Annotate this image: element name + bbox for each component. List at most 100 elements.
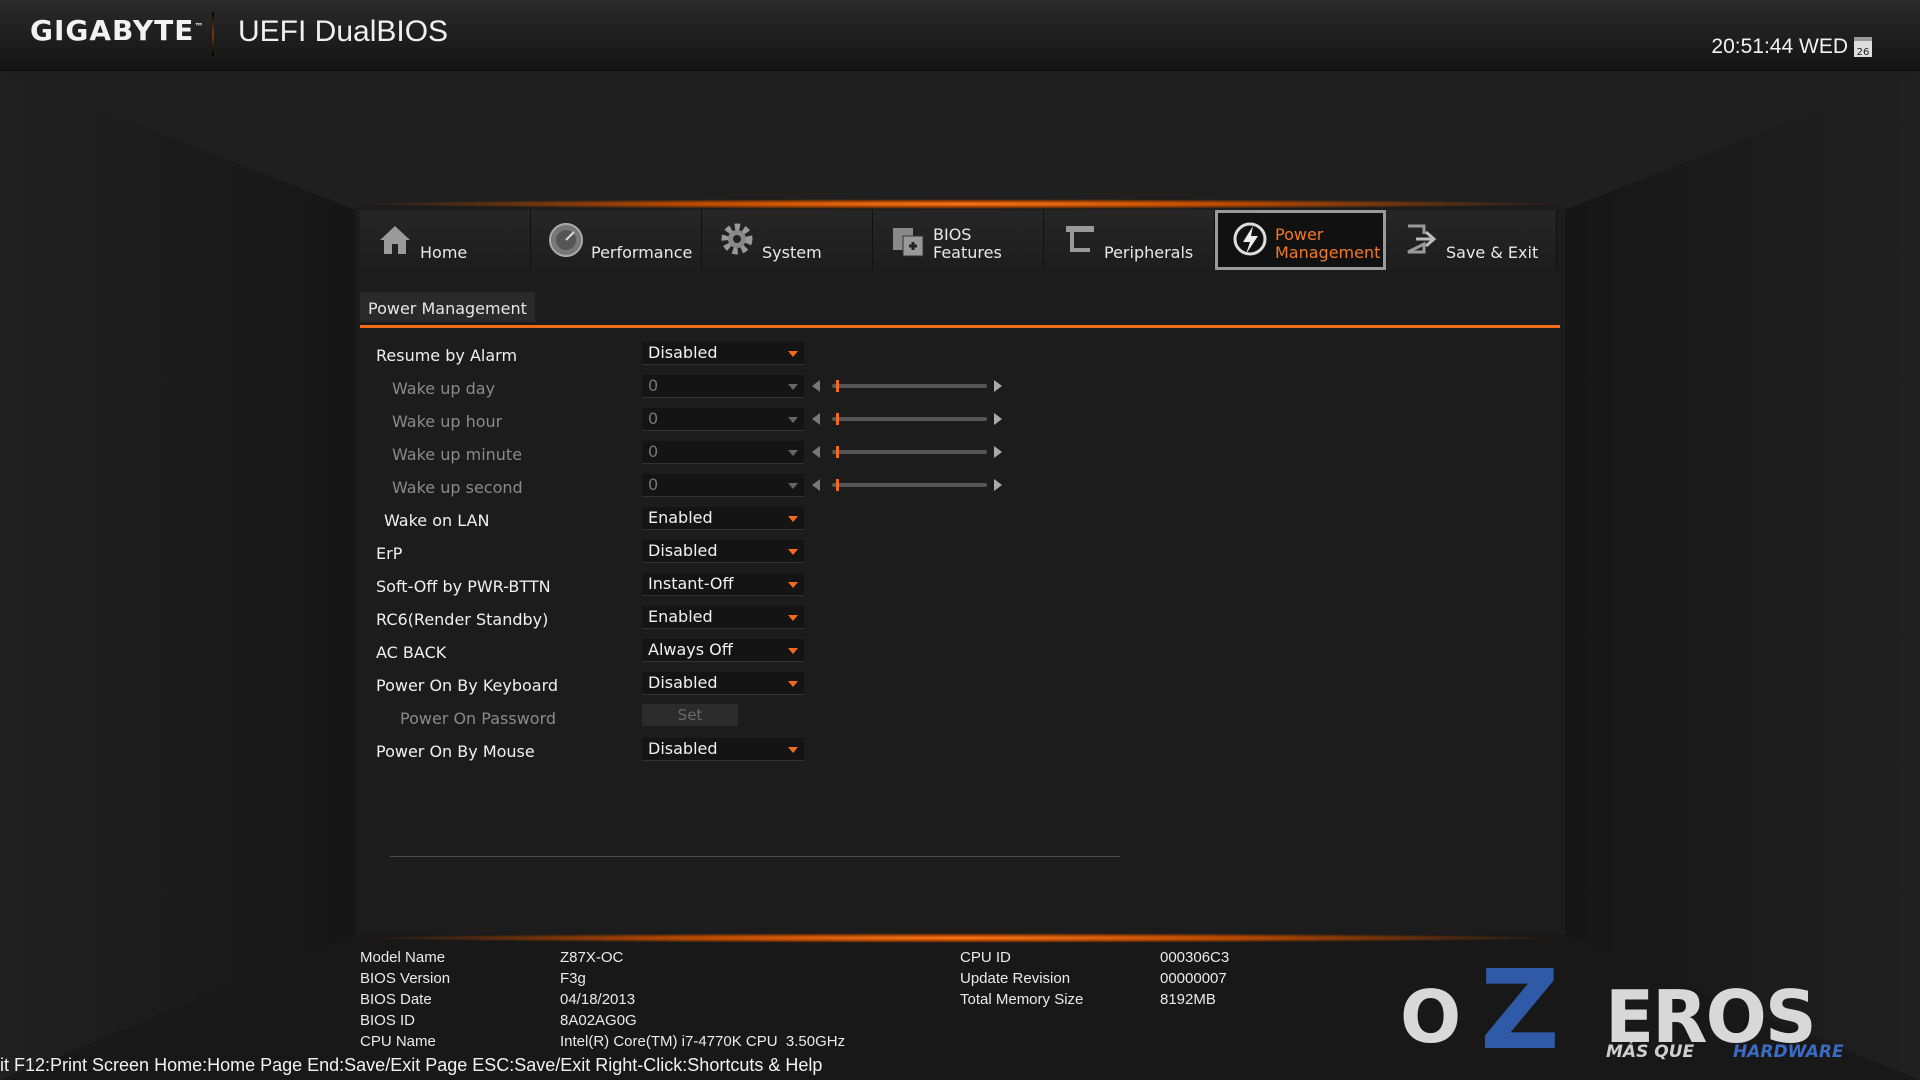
slider-thumb — [836, 446, 839, 458]
tab-performance[interactable]: Performance — [531, 210, 702, 270]
setting-label: Wake up second — [392, 478, 523, 497]
dropdown-value: Disabled — [648, 739, 718, 758]
setting-label: Wake on LAN — [384, 511, 490, 530]
field-value: 0 — [648, 475, 659, 494]
setting-erp[interactable]: ErP Disabled — [360, 537, 1060, 570]
setting-resume-by-alarm[interactable]: Resume by Alarm Disabled — [360, 339, 1060, 372]
bios-chip-icon — [889, 220, 927, 258]
dropdown-value: Disabled — [648, 541, 718, 560]
setting-ac-back[interactable]: AC BACK Always Off — [360, 636, 1060, 669]
tab-label: BIOS Features — [933, 225, 1002, 262]
bottom-glow — [356, 933, 1565, 943]
watermark-tagline-1: MÁS QUE — [1606, 1042, 1695, 1062]
tab-bios-features[interactable]: BIOS Features — [873, 210, 1044, 270]
chevron-down-icon — [788, 450, 798, 456]
slider-track — [832, 450, 987, 454]
wake-up-second-field: 0 — [642, 474, 804, 497]
watermark-z: Z — [1480, 946, 1560, 1074]
setting-label: Wake up day — [392, 379, 496, 398]
field-value: 0 — [648, 409, 659, 428]
chevron-down-icon — [788, 483, 798, 489]
info-value-cpu-id: 000306C3 — [1160, 949, 1230, 966]
gigabyte-logo: GIGABYTE™ — [30, 14, 205, 47]
info-key-cpu-id: CPU ID — [960, 949, 1011, 966]
field-value: 0 — [648, 442, 659, 461]
ozeros-watermark: O Z EROS MÁS QUE HARDWARE — [1400, 955, 1890, 1065]
power-on-keyboard-dropdown[interactable]: Disabled — [642, 672, 804, 695]
info-value-bios-date: 04/18/2013 — [560, 991, 636, 1008]
setting-label: Power On Password — [400, 709, 557, 728]
tab-label: Performance — [591, 243, 693, 262]
soft-off-dropdown[interactable]: Instant-Off — [642, 573, 804, 596]
power-on-mouse-dropdown[interactable]: Disabled — [642, 738, 804, 761]
setting-wake-up-hour: Wake up hour 0 — [360, 405, 1060, 438]
info-value-bios-version: F3g — [560, 970, 586, 987]
chevron-down-icon — [788, 417, 798, 423]
dropdown-value: Disabled — [648, 343, 718, 362]
clock: 20:51:44 WED — [1711, 35, 1848, 58]
chevron-down-icon — [788, 351, 798, 357]
wake-up-minute-slider — [812, 445, 1002, 459]
setting-wake-up-second: Wake up second 0 — [360, 471, 1060, 504]
power-icon — [1231, 220, 1269, 258]
chevron-down-icon — [788, 516, 798, 522]
section-title: Power Management — [360, 292, 535, 322]
slider-track — [832, 384, 987, 388]
top-glow — [356, 199, 1565, 209]
brand-separator — [212, 12, 214, 56]
ac-back-dropdown[interactable]: Always Off — [642, 639, 804, 662]
section-divider — [360, 325, 1560, 328]
watermark-o: O — [1400, 975, 1462, 1059]
chevron-down-icon — [788, 681, 798, 687]
info-key-bios-date: BIOS Date — [360, 991, 432, 1008]
field-value: 0 — [648, 376, 659, 395]
erp-dropdown[interactable]: Disabled — [642, 540, 804, 563]
setting-power-on-by-keyboard[interactable]: Power On By Keyboard Disabled — [360, 669, 1060, 702]
setting-rc6-render-standby[interactable]: RC6(Render Standby) Enabled — [360, 603, 1060, 636]
setting-label: Wake up minute — [392, 445, 523, 464]
info-value-total-memory: 8192MB — [1160, 991, 1216, 1008]
slider-track — [832, 417, 987, 421]
setting-label: RC6(Render Standby) — [376, 610, 549, 629]
wake-up-minute-field: 0 — [642, 441, 804, 464]
setting-power-on-by-mouse[interactable]: Power On By Mouse Disabled — [360, 735, 1060, 768]
slider-right-arrow-icon — [994, 413, 1002, 425]
tab-system[interactable]: System — [702, 210, 873, 270]
info-key-bios-version: BIOS Version — [360, 970, 451, 987]
chevron-down-icon — [788, 747, 798, 753]
setting-soft-off-by-pwr-bttn[interactable]: Soft-Off by PWR-BTTN Instant-Off — [360, 570, 1060, 603]
slider-track — [832, 483, 987, 487]
setting-wake-up-day: Wake up day 0 — [360, 372, 1060, 405]
tab-label: Save & Exit — [1446, 243, 1539, 262]
tab-peripherals[interactable]: Peripherals — [1044, 210, 1215, 270]
dropdown-value: Instant-Off — [648, 574, 734, 593]
setting-power-on-password: Power On Password Set — [360, 702, 1060, 735]
setting-label: Power On By Mouse — [376, 742, 535, 761]
slider-left-arrow-icon — [812, 479, 820, 491]
slider-left-arrow-icon — [812, 446, 820, 458]
info-key-bios-id: BIOS ID — [360, 1012, 416, 1029]
resume-by-alarm-dropdown[interactable]: Disabled — [642, 342, 804, 365]
info-key-update-revision: Update Revision — [960, 970, 1071, 987]
exit-icon — [1402, 220, 1440, 258]
calendar-icon[interactable]: 26 — [1854, 37, 1872, 58]
speedometer-icon — [547, 220, 585, 258]
setting-wake-on-lan[interactable]: Wake on LAN Enabled — [360, 504, 1060, 537]
slider-right-arrow-icon — [994, 479, 1002, 491]
slider-right-arrow-icon — [994, 380, 1002, 392]
help-divider — [390, 856, 1120, 857]
slider-thumb — [836, 380, 839, 392]
tab-power-management[interactable]: Power Management — [1215, 210, 1386, 270]
dropdown-value: Disabled — [648, 673, 718, 692]
info-value-cpu-name: Intel(R) Core(TM) i7-4770K CPU 3.50GHz — [560, 1033, 846, 1050]
tab-save-exit[interactable]: Save & Exit — [1386, 210, 1557, 270]
rc6-dropdown[interactable]: Enabled — [642, 606, 804, 629]
tab-label: System — [762, 243, 822, 262]
wake-up-hour-field: 0 — [642, 408, 804, 431]
hotkey-bar: it F12:Print Screen Home:Home Page End:S… — [0, 1055, 823, 1075]
chevron-down-icon — [788, 384, 798, 390]
setting-label: Soft-Off by PWR-BTTN — [376, 577, 551, 596]
tab-home[interactable]: Home — [360, 210, 531, 270]
wake-on-lan-dropdown[interactable]: Enabled — [642, 507, 804, 530]
right-wall — [1564, 70, 1920, 1080]
